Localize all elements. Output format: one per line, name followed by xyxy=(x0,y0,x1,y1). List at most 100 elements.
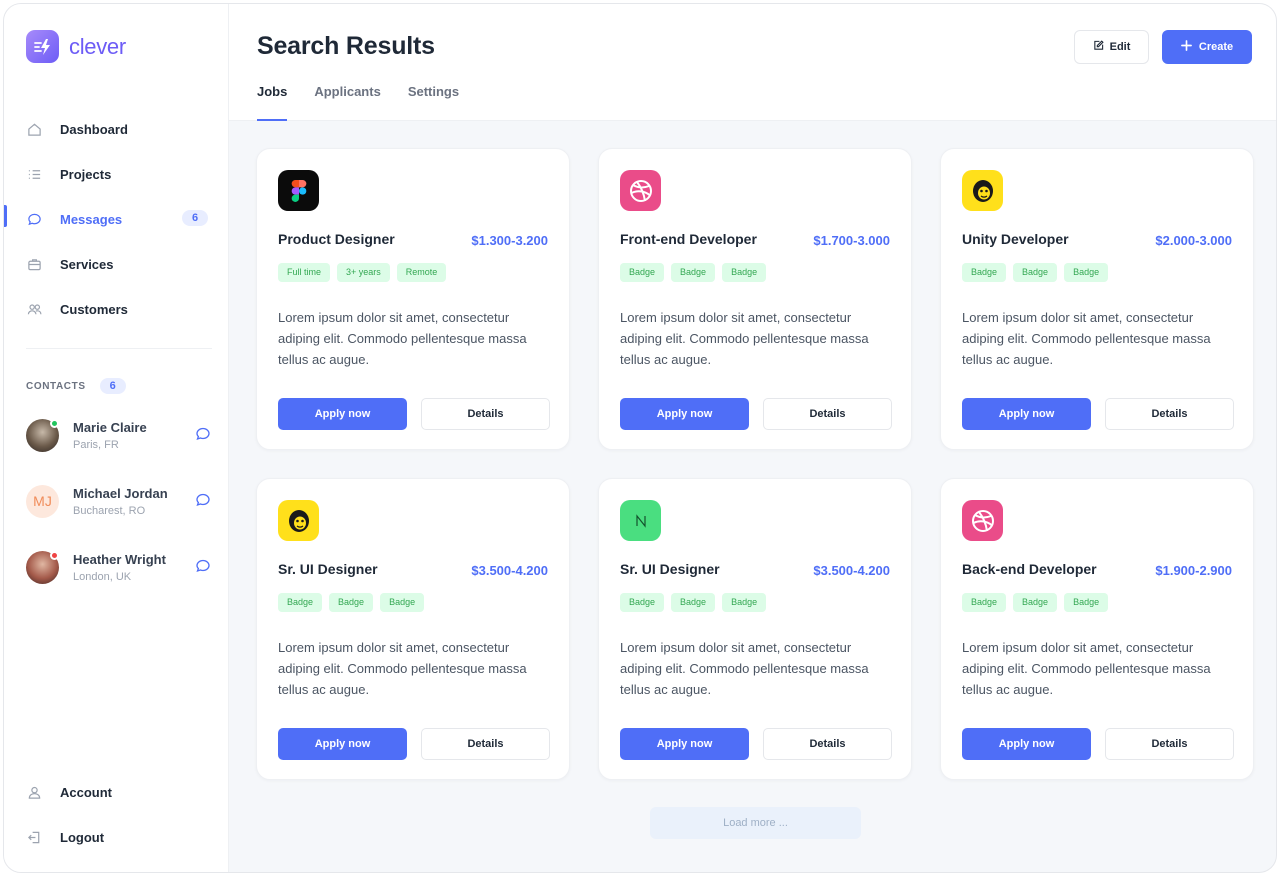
create-button[interactable]: Create xyxy=(1162,30,1252,64)
job-card: Back-end Developer $1.900-2.900 Badge Bad… xyxy=(940,478,1254,780)
sidebar-item-account[interactable]: Account xyxy=(4,770,228,815)
tab-bar: Jobs Applicants Settings xyxy=(257,84,459,121)
job-salary: $3.500-4.200 xyxy=(813,563,890,578)
job-badge: Badge xyxy=(1013,593,1058,612)
job-description: Lorem ipsum dolor sit amet, consectetur … xyxy=(962,640,1211,697)
edit-button[interactable]: Edit xyxy=(1074,30,1149,64)
sidebar-item-messages[interactable]: Messages 6 xyxy=(4,197,228,242)
app-window: clever Dashboard Projects Messages 6 Ser… xyxy=(3,3,1277,873)
contact-item[interactable]: MJ Michael Jordan Bucharest, RO xyxy=(26,481,211,521)
job-title: Front-end Developer xyxy=(620,231,757,247)
plus-icon xyxy=(1180,40,1192,54)
sidebar-item-label: Services xyxy=(60,257,114,272)
contacts-count-badge: 6 xyxy=(99,378,126,394)
apply-now-button[interactable]: Apply now xyxy=(962,398,1091,430)
job-card: Front-end Developer $1.700-3.000 Badge Ba… xyxy=(598,148,912,450)
contact-item[interactable]: Heather Wright London, UK xyxy=(26,547,211,587)
contact-name: Heather Wright xyxy=(73,551,166,567)
apply-now-button[interactable]: Apply now xyxy=(962,728,1091,760)
brand[interactable]: clever xyxy=(26,30,126,63)
job-badge: Badge xyxy=(1064,593,1109,612)
job-badge: Badge xyxy=(722,263,767,282)
contact-location: Bucharest, RO xyxy=(73,504,146,517)
briefcase-icon xyxy=(26,257,42,273)
contact-location: Paris, FR xyxy=(73,438,119,451)
job-badge: Badge xyxy=(380,593,425,612)
job-card: Sr. UI Designer $3.500-4.200 Badge Badge B… xyxy=(256,478,570,780)
contacts-heading: CONTACTS xyxy=(26,380,86,392)
sidebar-item-label: Messages xyxy=(60,212,123,227)
page-header: Search Results Jobs Applicants Settings … xyxy=(229,4,1276,121)
tab-jobs[interactable]: Jobs xyxy=(257,84,288,121)
online-status-dot xyxy=(50,418,59,428)
sidebar-item-projects[interactable]: Projects xyxy=(4,152,228,197)
busy-status-dot xyxy=(50,550,59,560)
details-button[interactable]: Details xyxy=(763,398,892,430)
job-title: Sr. UI Designer xyxy=(620,561,720,577)
sidebar-item-dashboard[interactable]: Dashboard xyxy=(4,107,228,152)
job-salary: $1.900-2.900 xyxy=(1155,563,1232,578)
job-badge: Badge xyxy=(962,263,1007,282)
contacts-header: CONTACTS 6 xyxy=(26,378,126,394)
details-button[interactable]: Details xyxy=(1105,728,1234,760)
job-badge: Badge xyxy=(671,593,716,612)
job-card: Sr. UI Designer $3.500-4.200 Badge Badge B… xyxy=(598,478,912,780)
job-title: Product Designer xyxy=(278,231,395,247)
job-badge: Badge xyxy=(1013,263,1058,282)
load-more-button[interactable]: Load more ... xyxy=(650,807,861,839)
tab-applicants[interactable]: Applicants xyxy=(314,84,380,121)
message-icon[interactable] xyxy=(195,492,211,513)
job-badges: Badge Badge Badge xyxy=(962,263,1109,282)
job-badge: 3+ years xyxy=(337,263,390,282)
messages-count-badge: 6 xyxy=(182,210,208,226)
tab-settings[interactable]: Settings xyxy=(408,84,459,121)
edit-icon xyxy=(1093,40,1104,54)
job-badge: Badge xyxy=(1064,263,1109,282)
job-salary: $1.300-3.200 xyxy=(471,233,548,248)
contact-item[interactable]: Marie Claire Paris, FR xyxy=(26,415,211,455)
job-badge: Badge xyxy=(962,593,1007,612)
apply-now-button[interactable]: Apply now xyxy=(278,728,407,760)
details-button[interactable]: Details xyxy=(763,728,892,760)
job-title: Unity Developer xyxy=(962,231,1069,247)
dribbble-icon xyxy=(620,170,661,211)
sidebar-item-services[interactable]: Services xyxy=(4,242,228,287)
apply-now-button[interactable]: Apply now xyxy=(620,728,749,760)
nuxt-icon xyxy=(620,500,661,541)
details-button[interactable]: Details xyxy=(1105,398,1234,430)
message-icon[interactable] xyxy=(195,558,211,579)
job-description: Lorem ipsum dolor sit amet, consectetur … xyxy=(620,640,869,697)
details-button[interactable]: Details xyxy=(421,398,550,430)
avatar xyxy=(26,418,59,452)
sidebar-item-logout[interactable]: Logout xyxy=(4,815,228,860)
sidebar-item-label: Account xyxy=(60,785,112,800)
job-badge: Badge xyxy=(329,593,374,612)
job-salary: $1.700-3.000 xyxy=(813,233,890,248)
job-badge: Remote xyxy=(396,263,447,282)
job-badge: Badge xyxy=(671,263,716,282)
job-description: Lorem ipsum dolor sit amet, consectetur … xyxy=(962,310,1211,367)
details-button[interactable]: Details xyxy=(421,728,550,760)
job-badges: Badge Badge Badge xyxy=(620,593,767,612)
message-icon[interactable] xyxy=(195,426,211,447)
edit-label: Edit xyxy=(1109,41,1131,53)
sidebar-item-label: Dashboard xyxy=(60,122,128,137)
avatar: MJ xyxy=(26,484,59,518)
job-salary: $3.500-4.200 xyxy=(471,563,548,578)
contact-location: London, UK xyxy=(73,570,132,583)
avatar xyxy=(26,550,59,584)
job-salary: $2.000-3.000 xyxy=(1155,233,1232,248)
job-description: Lorem ipsum dolor sit amet, consectetur … xyxy=(278,640,527,697)
apply-now-button[interactable]: Apply now xyxy=(620,398,749,430)
chat-icon xyxy=(26,212,42,228)
create-label: Create xyxy=(1198,41,1234,53)
mailchimp-icon xyxy=(278,500,319,541)
sidebar-item-customers[interactable]: Customers xyxy=(4,287,228,332)
job-badge: Badge xyxy=(278,593,323,612)
contact-name: Michael Jordan xyxy=(73,485,168,501)
job-badges: Badge Badge Badge xyxy=(278,593,425,612)
job-card: Product Designer $1.300-3.200 Full time 3… xyxy=(256,148,570,450)
apply-now-button[interactable]: Apply now xyxy=(278,398,407,430)
job-badges: Badge Badge Badge xyxy=(962,593,1109,612)
list-icon xyxy=(26,167,42,183)
